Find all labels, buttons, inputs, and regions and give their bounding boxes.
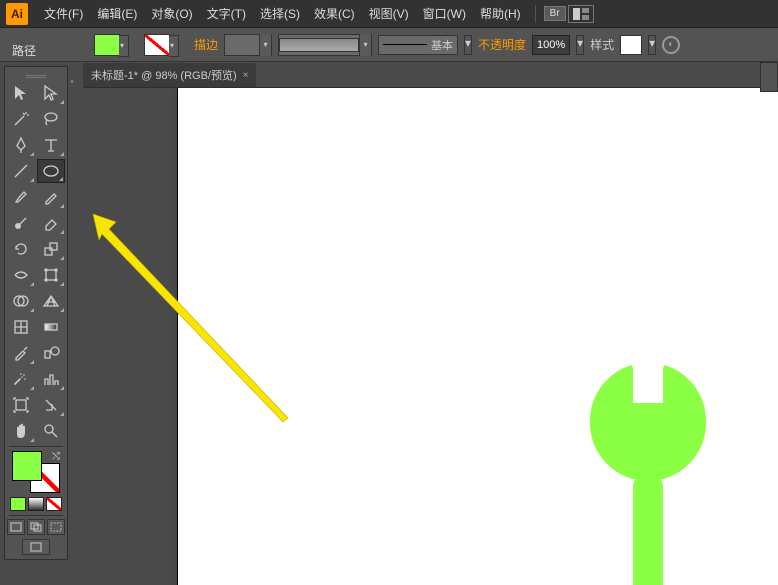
app-logo: Ai bbox=[6, 3, 28, 25]
zoom-tool[interactable] bbox=[37, 419, 65, 443]
stroke-profile-dropdown[interactable]: ▾ bbox=[359, 34, 371, 56]
line-tool[interactable] bbox=[7, 159, 35, 183]
pencil-tool[interactable] bbox=[37, 185, 65, 209]
direct-selection-tool[interactable] bbox=[37, 81, 65, 105]
brush-dropdown[interactable]: ▾ bbox=[464, 35, 472, 55]
width-tool[interactable] bbox=[7, 263, 35, 287]
color-mode-solid[interactable] bbox=[10, 497, 26, 511]
shape-builder-tool[interactable] bbox=[7, 289, 35, 313]
stroke-swatch[interactable] bbox=[144, 34, 170, 56]
brush-definition[interactable]: 基本 bbox=[378, 35, 458, 55]
brush-preview-line bbox=[383, 44, 427, 45]
menu-help[interactable]: 帮助(H) bbox=[474, 1, 527, 26]
fill-stroke-swatch[interactable]: ⤭ bbox=[12, 451, 60, 493]
control-bar: 路径 描边 ▾ ▾ 基本 ▾ 不透明度 100% ▾ 样式 ▾ ◐ bbox=[0, 28, 778, 62]
opacity-dropdown[interactable]: ▾ bbox=[576, 35, 584, 55]
opacity-field[interactable]: 100% bbox=[532, 35, 570, 55]
column-graph-tool[interactable] bbox=[37, 367, 65, 391]
bridge-button[interactable]: Br bbox=[544, 6, 566, 21]
document-tab-close-icon[interactable]: × bbox=[243, 70, 249, 81]
menu-select[interactable]: 选择(S) bbox=[254, 1, 306, 26]
screen-mode-button[interactable] bbox=[22, 539, 50, 555]
opacity-label[interactable]: 不透明度 bbox=[478, 36, 526, 53]
document-tab[interactable]: 未标题-1* @ 98% (RGB/预览) × bbox=[83, 63, 256, 87]
graphic-style-swatch[interactable] bbox=[620, 35, 642, 55]
tools-divider bbox=[9, 446, 63, 447]
selection-type-label: 路径 bbox=[12, 42, 36, 59]
screen-mode-row bbox=[7, 539, 65, 555]
draw-mode-row bbox=[7, 519, 65, 535]
gradient-tool[interactable] bbox=[37, 315, 65, 339]
ellipse-tool[interactable] bbox=[37, 159, 65, 183]
menu-type[interactable]: 文字(T) bbox=[201, 1, 252, 26]
canvas-area[interactable] bbox=[83, 88, 778, 585]
stroke-profile-preview bbox=[279, 38, 359, 52]
selection-tool[interactable] bbox=[7, 81, 35, 105]
blend-tool[interactable] bbox=[37, 341, 65, 365]
color-mode-row bbox=[7, 497, 65, 511]
menu-window[interactable]: 窗口(W) bbox=[417, 1, 472, 26]
color-mode-none[interactable] bbox=[46, 497, 62, 511]
fill-swatch[interactable] bbox=[94, 34, 120, 56]
arrange-documents-button[interactable] bbox=[568, 5, 594, 23]
perspective-grid-tool[interactable] bbox=[37, 289, 65, 313]
lasso-tool[interactable] bbox=[37, 107, 65, 131]
menu-edit[interactable]: 编辑(E) bbox=[91, 1, 143, 26]
rotate-tool[interactable] bbox=[7, 237, 35, 261]
document-tab-bar: 未标题-1* @ 98% (RGB/预览) × bbox=[83, 62, 778, 88]
type-tool[interactable] bbox=[37, 133, 65, 157]
color-mode-gradient[interactable] bbox=[28, 497, 44, 511]
pen-tool[interactable] bbox=[7, 133, 35, 157]
artboard-tool[interactable] bbox=[7, 393, 35, 417]
draw-normal-icon[interactable] bbox=[7, 519, 25, 535]
fill-color-swatch[interactable] bbox=[12, 451, 42, 481]
magic-wand-tool[interactable] bbox=[7, 107, 35, 131]
scale-tool[interactable] bbox=[37, 237, 65, 261]
tools-divider-2 bbox=[9, 515, 63, 516]
document-tab-title: 未标题-1* @ 98% (RGB/预览) bbox=[91, 67, 237, 83]
recolor-artwork-icon[interactable]: ◐ bbox=[662, 36, 680, 54]
stroke-swatch-dropdown[interactable] bbox=[169, 35, 179, 57]
fill-swatch-dropdown[interactable] bbox=[119, 35, 129, 57]
swap-fill-stroke-icon[interactable]: ⤭ bbox=[52, 451, 60, 462]
draw-behind-icon[interactable] bbox=[27, 519, 45, 535]
tools-panel: ⤭ bbox=[4, 66, 68, 560]
menu-view[interactable]: 视图(V) bbox=[363, 1, 415, 26]
menu-file[interactable]: 文件(F) bbox=[38, 1, 89, 26]
artwork-wrench-shape[interactable] bbox=[583, 363, 713, 585]
eraser-tool[interactable] bbox=[37, 211, 65, 235]
menu-object[interactable]: 对象(O) bbox=[145, 1, 198, 26]
right-panel-dock[interactable] bbox=[760, 62, 778, 92]
variable-width-profile[interactable]: ▾ bbox=[278, 34, 372, 56]
panel-grip-icon[interactable] bbox=[70, 70, 80, 80]
free-transform-tool[interactable] bbox=[37, 263, 65, 287]
eyedropper-tool[interactable] bbox=[7, 341, 35, 365]
slice-tool[interactable] bbox=[37, 393, 65, 417]
brush-name: 基本 bbox=[431, 37, 453, 53]
stroke-weight-select[interactable]: ▾ bbox=[224, 34, 272, 56]
mesh-tool[interactable] bbox=[7, 315, 35, 339]
stroke-label[interactable]: 描边 bbox=[194, 36, 218, 53]
draw-inside-icon[interactable] bbox=[47, 519, 65, 535]
style-label: 样式 bbox=[590, 36, 614, 53]
graphic-style-dropdown[interactable]: ▾ bbox=[648, 35, 656, 55]
menu-separator bbox=[535, 5, 536, 23]
blob-brush-tool[interactable] bbox=[7, 211, 35, 235]
paintbrush-tool[interactable] bbox=[7, 185, 35, 209]
menu-bar: Ai 文件(F) 编辑(E) 对象(O) 文字(T) 选择(S) 效果(C) 视… bbox=[0, 0, 778, 28]
tools-panel-drag-handle[interactable] bbox=[7, 71, 65, 81]
menu-effect[interactable]: 效果(C) bbox=[308, 1, 361, 26]
symbol-sprayer-tool[interactable] bbox=[7, 367, 35, 391]
stroke-weight-dropdown[interactable]: ▾ bbox=[259, 34, 271, 56]
hand-tool[interactable] bbox=[7, 419, 35, 443]
